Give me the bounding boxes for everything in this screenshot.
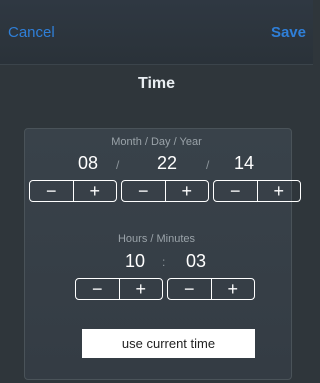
time-separator: : (162, 255, 166, 269)
hours-increment-button[interactable]: + (120, 279, 163, 299)
hours-decrement-button[interactable]: − (76, 279, 119, 299)
time-section-label: Hours / Minutes (117, 233, 196, 245)
navbar-divider (0, 64, 313, 65)
hours-stepper: − + (75, 278, 163, 300)
minutes-stepper: − + (167, 278, 255, 300)
day-value: 22 (156, 153, 178, 173)
hours-value: 10 (124, 251, 146, 271)
minutes-increment-button[interactable]: + (212, 279, 255, 299)
minutes-value: 03 (185, 251, 207, 271)
year-decrement-button[interactable]: − (214, 181, 257, 201)
date-separator: / (206, 158, 210, 172)
year-value: 14 (233, 153, 255, 173)
page-title: Time (137, 75, 176, 92)
date-separator: / (116, 158, 120, 172)
month-stepper: − + (29, 180, 117, 202)
year-increment-button[interactable]: + (258, 181, 301, 201)
date-section-label: Month / Day / Year (111, 136, 202, 148)
day-stepper: − + (121, 180, 209, 202)
minutes-decrement-button[interactable]: − (168, 279, 211, 299)
month-decrement-button[interactable]: − (30, 181, 73, 201)
cancel-button[interactable]: Cancel (8, 24, 55, 41)
month-increment-button[interactable]: + (74, 181, 117, 201)
day-decrement-button[interactable]: − (122, 181, 165, 201)
day-increment-button[interactable]: + (166, 181, 209, 201)
month-value: 08 (77, 153, 99, 173)
save-button[interactable]: Save (271, 24, 306, 41)
year-stepper: − + (213, 180, 301, 202)
navigation-bar: Cancel Save (0, 0, 313, 64)
use-current-time-button[interactable]: use current time (82, 329, 255, 358)
